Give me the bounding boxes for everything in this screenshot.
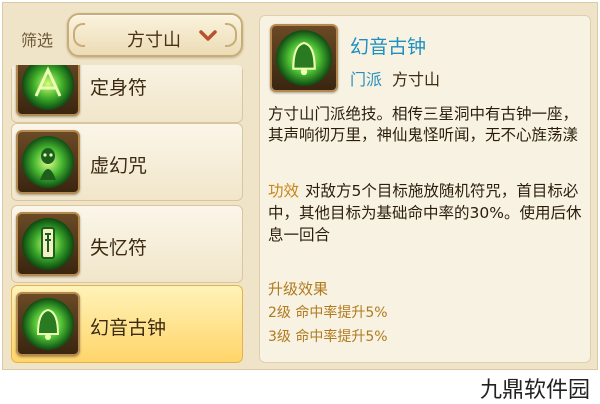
skill-detail-panel: 幻音古钟 门派 方寸山 方寸山门派绝技。相传三星洞中有古钟一座，其声响彻万里，神仙… [259,15,591,363]
skill-title: 幻音古钟 [350,36,427,58]
school-value: 方寸山 [392,70,441,89]
school-row: 门派 方寸山 [350,66,440,90]
game-skill-window: 筛选 方寸山 定身符 虚幻咒 失忆符 幻音古钟 幻音古钟 门派 方寸山 方寸山门… [2,2,598,370]
skill-item-label: 定身符 [90,77,148,99]
upgrade-level-3: 3级 命中率提升5% [268,329,388,345]
skill-item-xuhuanzhou[interactable]: 虚幻咒 [11,123,243,201]
effect-key: 功效 [268,182,300,200]
ancient-bell-icon [16,292,80,356]
chevron-down-icon [199,30,217,41]
seal-talisman-icon [16,65,80,116]
filter-label: 筛选 [21,31,54,50]
filter-selected-value: 方寸山 [127,30,181,51]
skill-item-dingshenfu[interactable]: 定身符 [11,65,243,123]
upgrade-level-2: 2级 命中率提升5% [268,305,388,321]
skill-effect: 功效 对敌方5个目标施放随机符咒，首目标必中，其他目标为基础命中率的30%。使用后… [268,180,590,246]
skill-item-label: 虚幻咒 [90,155,148,177]
dropdown-ornament-left [73,23,85,47]
skill-item-shiyifu[interactable]: 失忆符 [11,205,243,283]
effect-text: 对敌方5个目标施放随机符咒，首目标必中，其他目标为基础命中率的30%。使用后休息… [268,182,582,244]
ancient-bell-icon [270,24,338,92]
amnesia-talisman-icon [16,212,80,276]
upgrade-title: 升级效果 [268,280,329,298]
dropdown-ornament-right [225,23,237,47]
school-filter-dropdown[interactable]: 方寸山 [67,13,243,57]
school-key: 门派 [350,70,383,89]
skill-item-huanyinguzhong[interactable]: 幻音古钟 [11,285,243,363]
site-watermark: 九鼎软件园 [479,378,590,403]
skill-list[interactable]: 定身符 虚幻咒 失忆符 幻音古钟 [11,65,243,363]
illusion-spell-icon [16,130,80,194]
skill-item-label: 失忆符 [90,237,148,259]
skill-item-label: 幻音古钟 [90,317,167,339]
skill-description: 方寸山门派绝技。相传三星洞中有古钟一座，其声响彻万里，神仙鬼怪听闻，无不心旌荡漾 [268,105,579,144]
